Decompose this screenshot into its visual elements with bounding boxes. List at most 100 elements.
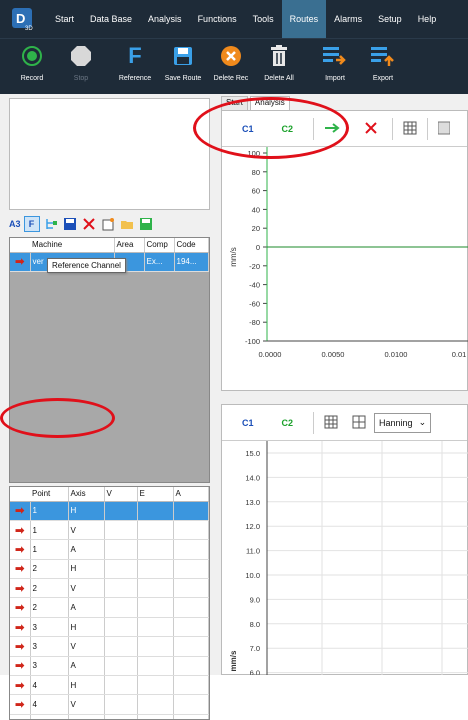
delete-rec-icon [206, 43, 256, 69]
table-row[interactable]: ➡ 1 A [10, 539, 209, 560]
column-header-machine[interactable]: Machine [30, 238, 115, 253]
table-row[interactable]: ➡ 2 V [10, 578, 209, 599]
chevron-down-icon: ⌄ [418, 417, 427, 427]
delete-rec-button[interactable]: Delete Rec [206, 43, 256, 82]
left-toolbar: A3 F [9, 214, 210, 234]
arrow-right-icon: ➡ [15, 505, 25, 518]
y-tick-label: 6.0 [250, 669, 260, 675]
axis-cell: H [68, 559, 105, 580]
menu-tools[interactable]: Tools [245, 0, 282, 38]
menu-data-base[interactable]: Data Base [82, 0, 140, 38]
table-row[interactable]: ➡ 2 H [10, 559, 209, 580]
import-label: Import [325, 75, 345, 82]
table-row[interactable]: ➡ 4 H [10, 675, 209, 696]
point-cell: 4 [30, 714, 69, 719]
column-header-comp[interactable]: Comp [144, 238, 175, 253]
a3-button[interactable]: A3 [9, 216, 21, 232]
menu-analysis[interactable]: Analysis [140, 0, 190, 38]
tree-icon[interactable] [43, 216, 59, 232]
close-icon[interactable] [364, 121, 378, 137]
x-tick-label: 0.0000 [259, 350, 282, 359]
stop-button[interactable]: Stop [56, 43, 106, 82]
column-header-e[interactable]: E [137, 487, 174, 502]
save-green-icon[interactable] [138, 216, 154, 232]
delete-all-label: Delete All [264, 75, 294, 82]
point-cell: 2 [30, 559, 69, 580]
column-header-point[interactable]: Point [30, 487, 69, 502]
delete-all-button[interactable]: Delete All [254, 43, 304, 82]
y-tick-label: 11.0 [246, 547, 260, 556]
export-button[interactable]: Export [358, 43, 408, 82]
table-row[interactable]: ➡ 4 V [10, 694, 209, 715]
y-tick-label: -100 [245, 337, 260, 346]
column-header-area[interactable]: Area [114, 238, 145, 253]
open-folder-icon[interactable] [119, 216, 135, 232]
axis-cell: H [68, 501, 105, 521]
reference-button[interactable]: F Reference [110, 43, 160, 82]
y-tick-label: -40 [249, 281, 260, 290]
arrow-right-icon: ➡ [15, 679, 25, 692]
column-header-v[interactable]: V [104, 487, 138, 502]
table-row[interactable]: ➡ 2 A [10, 597, 209, 618]
channel-2-button[interactable]: C2 [282, 418, 294, 428]
axis-cell: V [68, 520, 105, 541]
menu-help[interactable]: Help [410, 0, 445, 38]
delete-icon[interactable] [81, 216, 97, 232]
grid-alt-icon[interactable] [352, 415, 366, 431]
point-cell: 1 [30, 520, 69, 541]
point-cell: 3 [30, 636, 69, 657]
right-pane: Start Analysis C1 C2 mm/s 100 80 60 40 20 0 -2… [215, 94, 468, 678]
menu-alarms[interactable]: Alarms [326, 0, 370, 38]
axis-cell: A [68, 539, 105, 560]
save-route-button[interactable]: Save Route [158, 43, 208, 82]
waveform-y-axis-label: mm/s [229, 247, 238, 267]
column-header-axis[interactable]: Axis [68, 487, 105, 502]
column-header-code[interactable]: Code [174, 238, 209, 253]
table-row[interactable]: ➡ 1 H [10, 501, 209, 521]
save-icon[interactable] [62, 216, 78, 232]
channel-1-button[interactable]: C1 [242, 418, 254, 428]
table-row[interactable]: ➡ 3 V [10, 636, 209, 657]
y-tick-label: -80 [249, 318, 260, 327]
y-tick-label: 9.0 [250, 595, 260, 604]
y-tick-label: 0 [256, 243, 260, 252]
arrow-right-icon: ➡ [15, 640, 25, 653]
y-tick-label: 14.0 [245, 473, 260, 482]
column-header-a[interactable]: A [173, 487, 209, 502]
window-select[interactable]: Hanning ⌄ [374, 412, 432, 433]
highlight-oval [193, 97, 349, 159]
y-tick-label: 80 [252, 168, 260, 177]
menu-routes[interactable]: Routes [281, 0, 327, 38]
axis-cell: A [68, 597, 105, 618]
axis-cell: A [68, 714, 105, 719]
menu-setup[interactable]: Setup [370, 0, 410, 38]
window-select-value: Hanning [379, 417, 413, 428]
arrow-right-icon: ➡ [15, 543, 25, 556]
grid-icon[interactable] [324, 415, 338, 431]
import-icon [310, 43, 360, 69]
stop-label: Stop [73, 75, 89, 82]
point-cell: 2 [30, 578, 69, 599]
code-cell: 194... [174, 252, 209, 272]
y-tick-label: 7.0 [250, 644, 260, 653]
y-tick-label: 10.0 [245, 571, 260, 580]
menu-start[interactable]: Start [47, 0, 82, 38]
left-pane: A3 F Machine Area Comp Code ➡ ver E Ex..… [0, 94, 215, 720]
table-row[interactable]: ➡ 3 H [10, 617, 209, 638]
new-icon[interactable] [100, 216, 116, 232]
point-cell: 1 [30, 501, 69, 521]
chart-icon[interactable] [437, 121, 451, 137]
grid-icon[interactable] [403, 121, 417, 137]
table-row[interactable]: ➡4A [10, 714, 209, 719]
menu-functions[interactable]: Functions [190, 0, 245, 38]
import-button[interactable]: Import [310, 43, 360, 82]
record-button[interactable]: Record [7, 43, 57, 82]
table-row[interactable]: ➡ 1 V [10, 520, 209, 541]
table-row[interactable]: ➡ 3 A [10, 656, 209, 677]
f-button[interactable]: F [23, 216, 40, 232]
y-tick-label: 13.0 [245, 498, 260, 507]
point-cell: 2 [30, 597, 69, 618]
point-cell: 4 [30, 694, 69, 715]
y-tick-label: 12.0 [245, 522, 260, 531]
point-table: Point Axis V E A ➡ 1 H ➡ 1 V ➡ 1 A ➡ 2 H ➡ 2 V ➡ 2 A ➡ 3 H ➡ 3… [9, 486, 210, 720]
